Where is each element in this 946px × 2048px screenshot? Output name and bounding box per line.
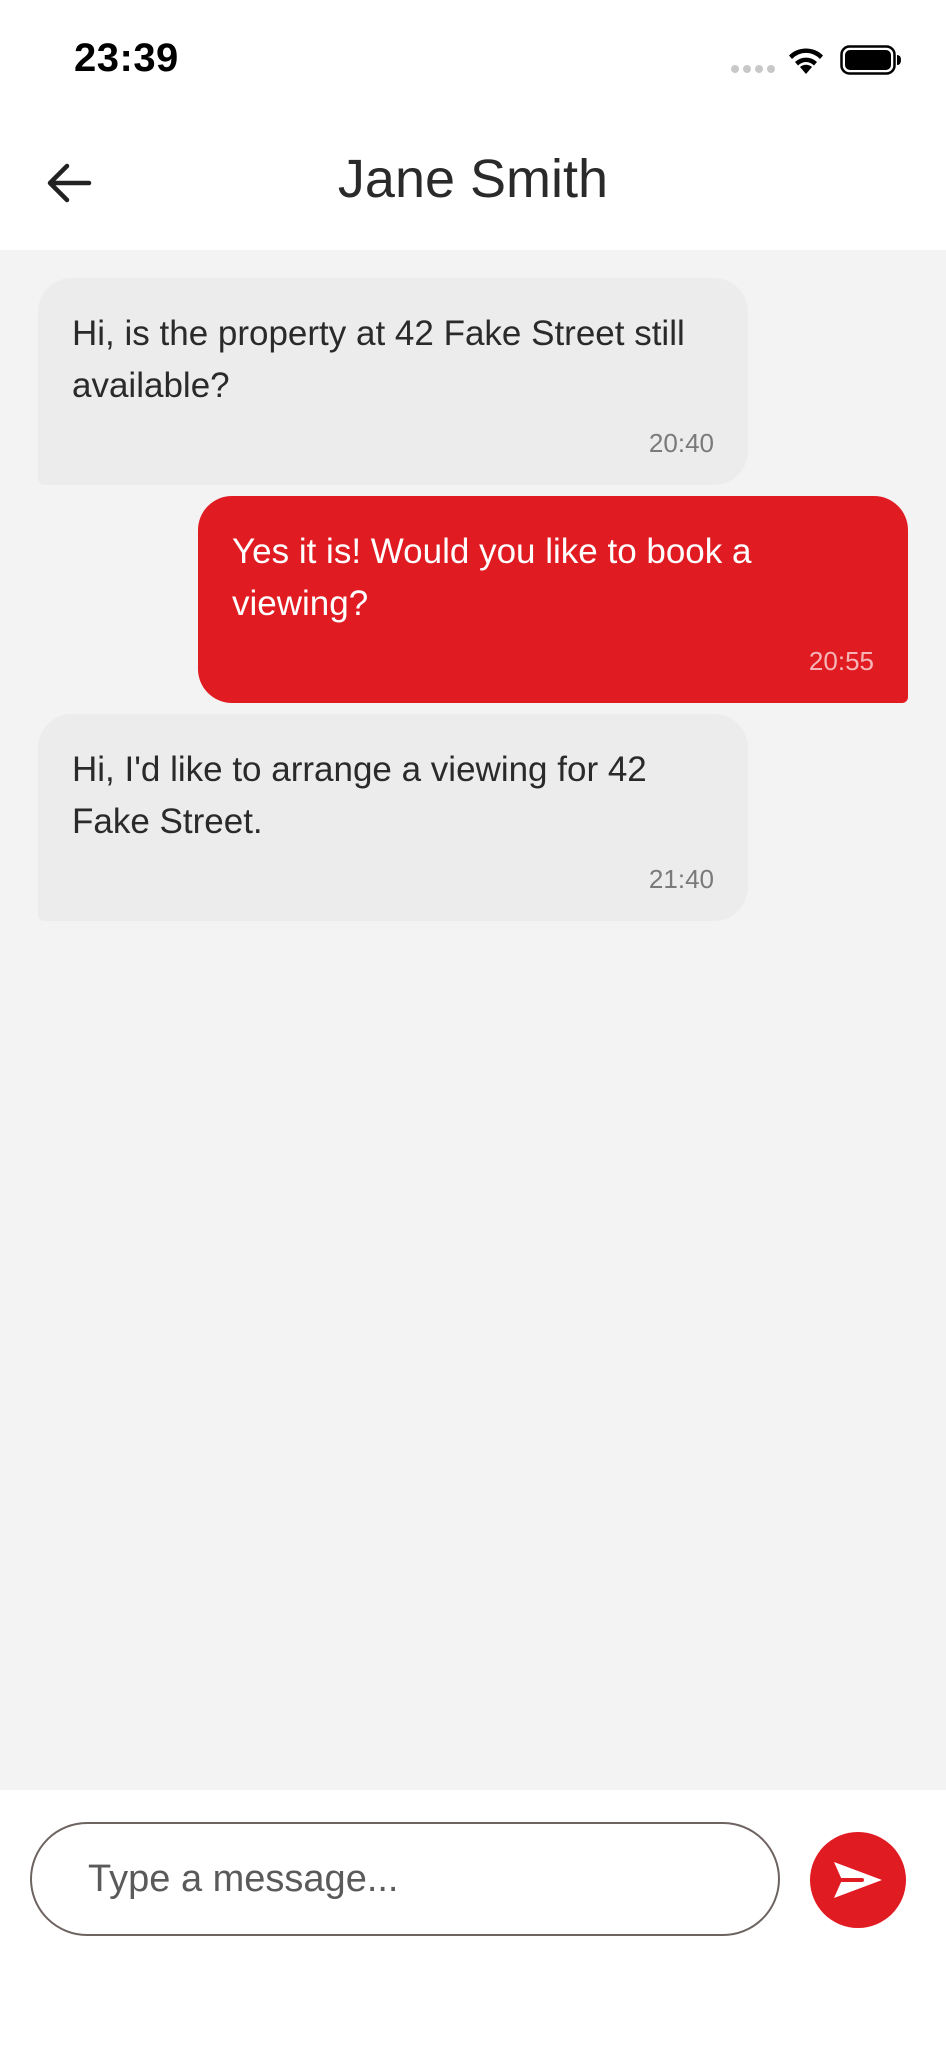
message-composer bbox=[0, 1790, 946, 2048]
wifi-icon bbox=[789, 48, 823, 74]
signal-icon bbox=[731, 65, 775, 73]
send-button[interactable] bbox=[810, 1832, 906, 1928]
incoming-message: Hi, I'd like to arrange a viewing for 42… bbox=[38, 714, 748, 921]
message-text: Hi, I'd like to arrange a viewing for 42… bbox=[72, 750, 647, 841]
message-input[interactable] bbox=[30, 1822, 780, 1936]
message-text: Yes it is! Would you like to book a view… bbox=[232, 532, 752, 623]
message-timestamp: 20:40 bbox=[648, 428, 714, 458]
message-timestamp: 20:55 bbox=[808, 646, 874, 676]
message-timestamp: 21:40 bbox=[648, 864, 714, 894]
outgoing-message: Yes it is! Would you like to book a view… bbox=[198, 496, 908, 703]
status-time: 23:39 bbox=[74, 36, 179, 80]
conversation-header: Jane Smith bbox=[0, 120, 946, 250]
contact-name-title: Jane Smith bbox=[337, 149, 609, 209]
send-icon bbox=[834, 1862, 882, 1898]
battery-icon bbox=[840, 45, 901, 75]
message-list[interactable]: Hi, is the property at 42 Fake Street st… bbox=[0, 250, 946, 1790]
incoming-message: Hi, is the property at 42 Fake Street st… bbox=[38, 278, 748, 485]
status-bar: 23:39 bbox=[0, 0, 946, 120]
chat-screen: 23:39 Jane Smith Hi, is the property at … bbox=[0, 0, 946, 2048]
message-text: Hi, is the property at 42 Fake Street st… bbox=[72, 314, 685, 405]
